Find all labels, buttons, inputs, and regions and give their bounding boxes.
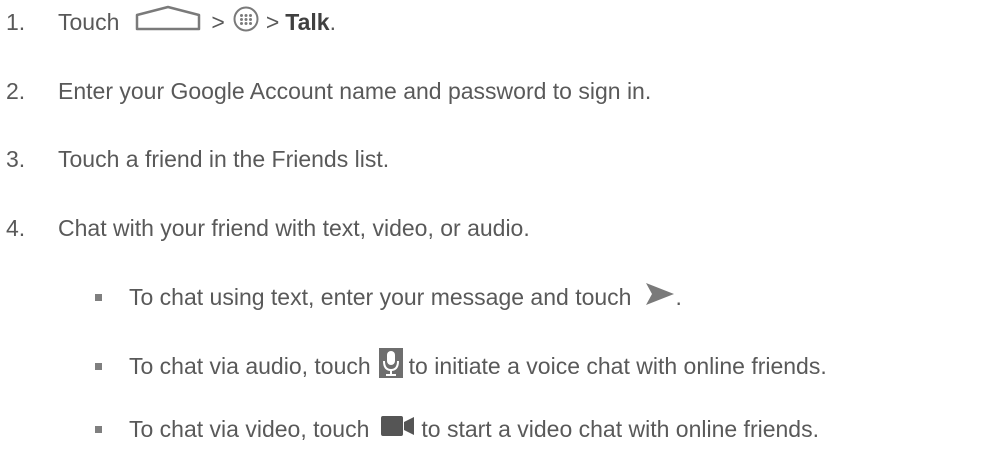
bullet-text-end: . <box>675 283 682 310</box>
bullet-video-chat: To chat via video, touch to start a vide… <box>129 409 819 449</box>
bullet-audio-chat: To chat via audio, touch to initiate a v… <box>129 346 827 386</box>
bullet-marker <box>95 363 102 370</box>
step-text: Touch a friend in the Friends list. <box>58 145 390 172</box>
send-icon <box>645 282 675 312</box>
step-4: 4. Chat with your friend with text, vide… <box>0 208 530 248</box>
bullet-text-end: to start a video chat with online friend… <box>421 415 819 442</box>
step-text: Enter your Google Account name and passw… <box>58 77 652 104</box>
bullet-text: To chat via video, touch <box>129 415 370 442</box>
step-1: 1. Touch > > Talk . <box>0 2 336 42</box>
step-2: 2. Enter your Google Account name and pa… <box>0 71 651 111</box>
talk-app-label: Talk <box>285 8 330 35</box>
separator: > <box>265 8 280 35</box>
step-number: 4. <box>6 214 26 241</box>
bullet-marker <box>95 294 102 301</box>
step-text: Touch <box>58 8 120 35</box>
separator: > <box>211 8 225 35</box>
bullet-text-end: to initiate a voice chat with online fri… <box>408 352 827 379</box>
apps-icon <box>233 6 259 38</box>
step-3: 3. Touch a friend in the Friends list. <box>0 139 389 179</box>
microphone-icon <box>378 348 403 384</box>
step-number: 2. <box>6 77 26 104</box>
step-end: . <box>329 8 336 35</box>
bullet-text: To chat using text, enter your message a… <box>129 283 632 310</box>
step-number: 1. <box>6 8 26 35</box>
home-icon <box>133 5 203 39</box>
bullet-marker <box>95 426 102 433</box>
video-camera-icon <box>381 415 415 443</box>
bullet-text: To chat via audio, touch <box>129 352 371 379</box>
bullet-text-chat: To chat using text, enter your message a… <box>129 277 682 317</box>
step-number: 3. <box>6 145 26 172</box>
step-text: Chat with your friend with text, video, … <box>58 214 530 241</box>
